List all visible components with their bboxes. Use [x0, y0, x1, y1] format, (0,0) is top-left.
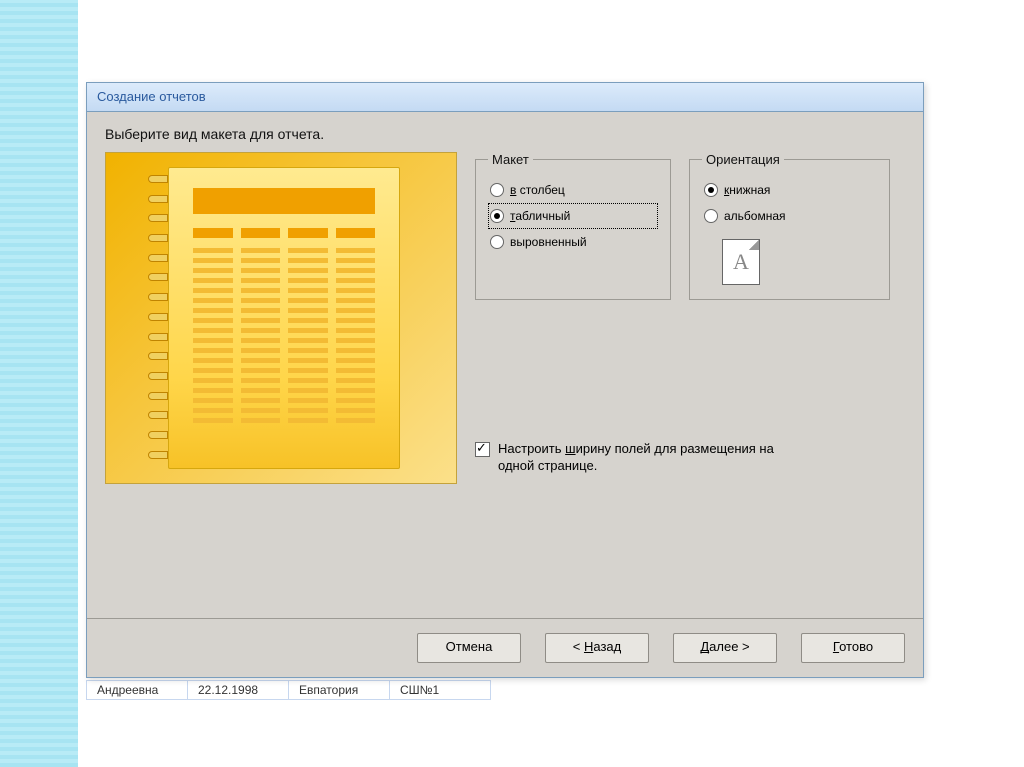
side-stripe: [0, 0, 78, 767]
layout-label: в столбец: [510, 181, 565, 199]
layout-group: Макет в столбец табличный выровненный: [475, 152, 671, 300]
radio-icon: [490, 235, 504, 249]
radio-icon: [704, 183, 718, 197]
orientation-label: альбомная: [724, 207, 786, 225]
fit-width-label: Настроить ширину полей для размещения на…: [498, 440, 808, 474]
layout-legend: Макет: [488, 152, 533, 167]
back-button[interactable]: < Назад: [545, 633, 649, 663]
orientation-legend: Ориентация: [702, 152, 784, 167]
bg-cell: Евпатория: [288, 680, 389, 700]
page-orientation-icon: A: [722, 239, 760, 285]
dialog-title: Создание отчетов: [87, 83, 923, 112]
cancel-button[interactable]: Отмена: [417, 633, 521, 663]
orientation-option[interactable]: альбомная: [702, 203, 877, 229]
orientation-group: Ориентация книжная альбомная A: [689, 152, 890, 300]
layout-option[interactable]: в столбец: [488, 177, 658, 203]
layout-option[interactable]: табличный: [488, 203, 658, 229]
bg-cell: Андреевна: [86, 680, 187, 700]
bg-cell: СШ№1: [389, 680, 491, 700]
layout-preview: [105, 152, 457, 484]
bg-cell: 22.12.1998: [187, 680, 288, 700]
finish-button[interactable]: Готово: [801, 633, 905, 663]
radio-icon: [490, 209, 504, 223]
button-bar: Отмена < Назад Далее > Готово: [87, 618, 923, 677]
fit-width-checkbox[interactable]: Настроить ширину полей для размещения на…: [475, 440, 905, 474]
radio-icon: [490, 183, 504, 197]
checkbox-icon: [475, 442, 490, 457]
radio-icon: [704, 209, 718, 223]
orientation-option[interactable]: книжная: [702, 177, 877, 203]
orientation-label: книжная: [724, 181, 770, 199]
next-button[interactable]: Далее >: [673, 633, 777, 663]
layout-label: выровненный: [510, 233, 587, 251]
layout-option[interactable]: выровненный: [488, 229, 658, 255]
report-wizard-dialog: Создание отчетов Выберите вид макета для…: [86, 82, 924, 678]
background-row: Андреевна 22.12.1998 Евпатория СШ№1: [86, 680, 924, 700]
layout-label: табличный: [510, 207, 570, 225]
instruction-text: Выберите вид макета для отчета.: [105, 126, 905, 142]
